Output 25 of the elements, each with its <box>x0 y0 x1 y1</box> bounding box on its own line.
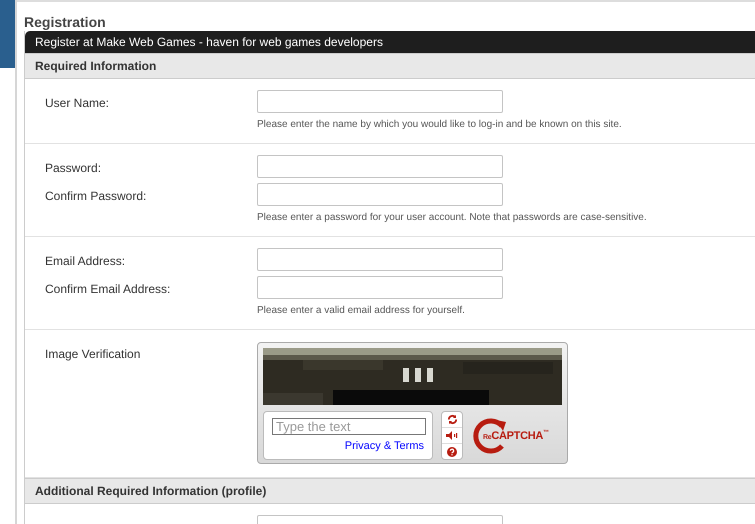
input-field[interactable] <box>257 183 503 206</box>
field-label: User Name: <box>45 95 110 112</box>
input-field[interactable] <box>257 276 503 299</box>
captcha-input[interactable]: Type the text <box>272 418 426 435</box>
speaker-icon <box>446 431 458 440</box>
privacy-terms-link[interactable]: Privacy & Terms <box>344 440 424 452</box>
field-label: Confirm Email Address: <box>45 281 172 298</box>
page-title: Registration <box>24 14 107 30</box>
input-field[interactable] <box>257 248 503 271</box>
form-title-bar: Register at Make Web Games - haven for web games developers <box>25 31 755 53</box>
field-label: Image Verification <box>45 346 142 363</box>
refresh-button[interactable] <box>442 412 462 428</box>
help-icon <box>447 446 457 456</box>
field-label: Confirm Password: <box>45 188 148 205</box>
section-header: Required Information <box>25 53 755 79</box>
section-header: Additional Required Information (profile) <box>25 478 755 504</box>
input-field[interactable] <box>257 90 503 113</box>
field-hint: Please enter a password for your user account. Note that passwords are case-sensitive. <box>257 212 648 223</box>
field-label: Password: <box>45 160 102 177</box>
field-hint: Please enter a valid email address for yourself. <box>257 305 466 316</box>
sidebar-panel <box>0 0 15 68</box>
field-label: Email Address: <box>45 253 126 270</box>
field-hint: Please enter the name by which you would like to log-in and be known on this site. <box>257 119 623 130</box>
refresh-icon <box>446 414 458 425</box>
input-field[interactable] <box>257 155 503 178</box>
